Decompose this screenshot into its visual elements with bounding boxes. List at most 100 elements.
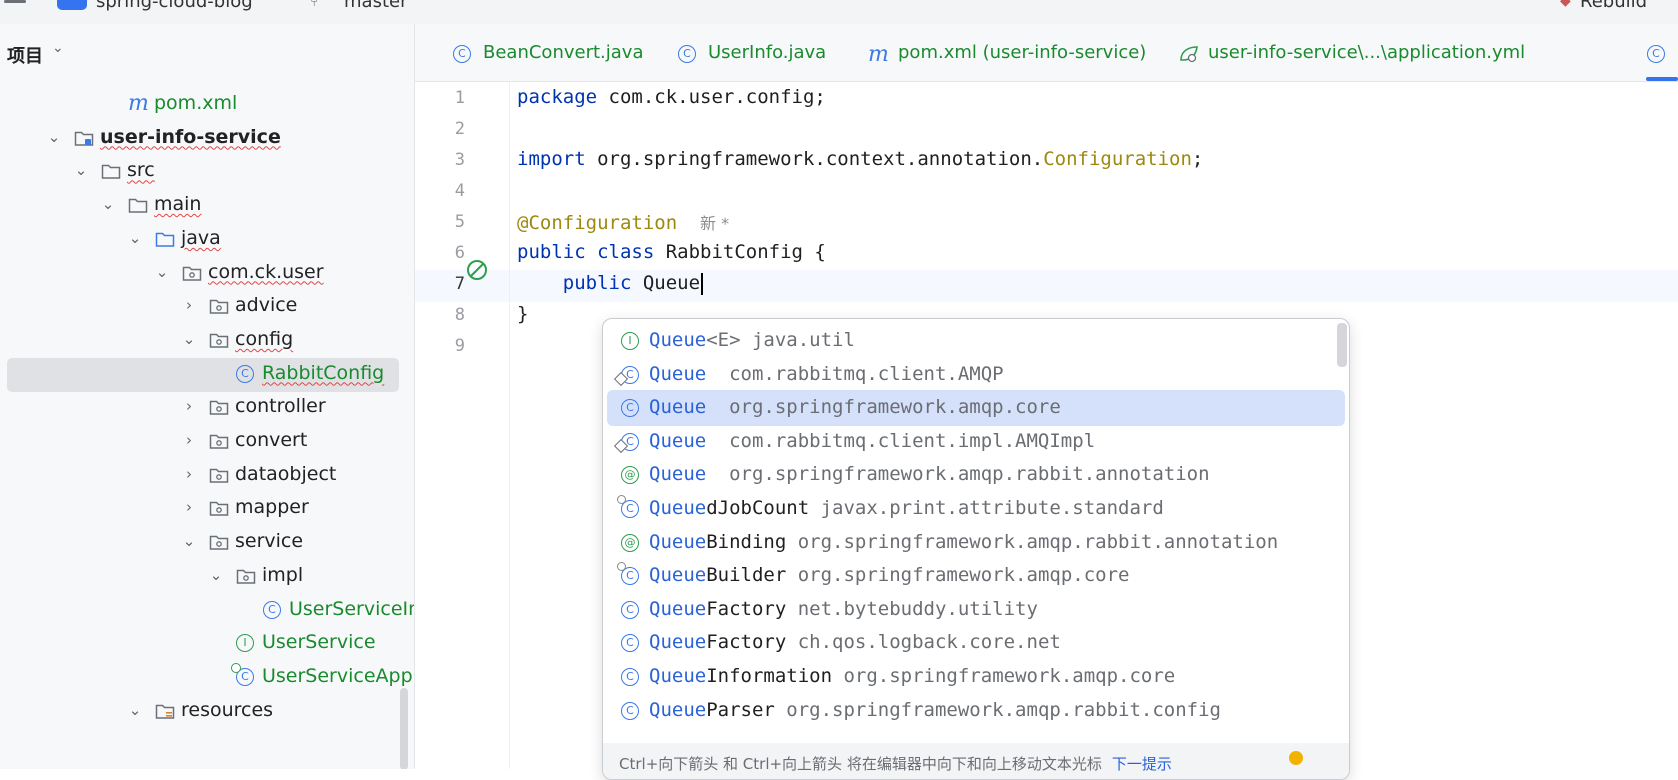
- matched-prefix: Queue: [649, 564, 707, 587]
- tree-item-src[interactable]: ⌄ src: [0, 155, 414, 189]
- completion-footer: Ctrl+向下箭头 和 Ctrl+向上箭头 将在编辑器中向下和向上移动文本光标下…: [603, 743, 1349, 779]
- completion-package: org.springframework.amqp.rabbit.annotati…: [786, 530, 1279, 553]
- tree-item-dataobject[interactable]: › dataobject: [0, 459, 414, 493]
- chevron-down-icon[interactable]: ⌄: [52, 40, 64, 56]
- tree-icon: m: [128, 93, 149, 115]
- completion-item[interactable]: @ Queue org.springframework.amqp.rabbit.a…: [607, 457, 1345, 493]
- completion-item[interactable]: C QueueFactory ch.qos.logback.core.net: [607, 625, 1345, 661]
- project-view-title[interactable]: 项目: [7, 42, 43, 68]
- tree-item-resources[interactable]: ⌄ resources: [0, 695, 414, 729]
- branch-name[interactable]: master: [344, 0, 407, 12]
- tree-item-config[interactable]: ⌄ config: [0, 324, 414, 358]
- completion-scrollbar[interactable]: [1337, 323, 1347, 367]
- chevron-down-icon[interactable]: ⌄: [47, 128, 61, 146]
- folder-icon: [128, 196, 148, 214]
- tree-item-label: UserServiceApplication: [262, 664, 414, 687]
- package-icon: [209, 466, 229, 484]
- lightbulb-icon[interactable]: [1289, 751, 1303, 765]
- tree-item-impl[interactable]: ⌄ impl: [0, 560, 414, 594]
- completion-item-icon: I: [621, 332, 639, 350]
- chevron-down-icon[interactable]: ⌄: [182, 532, 196, 550]
- tree-item-label: java: [181, 226, 221, 249]
- completion-item-text: QueueParser org.springframework.amqp.rab…: [649, 699, 1221, 721]
- author-inlay-hint[interactable]: 新 *: [700, 214, 729, 233]
- project-header: 项目 ⌄: [0, 24, 414, 82]
- tree-icon: I: [236, 634, 256, 653]
- keyword: import: [517, 148, 586, 170]
- sidebar-scrollbar[interactable]: [400, 688, 408, 769]
- line-number: 6: [454, 243, 465, 263]
- spring-bean-gutter-icon[interactable]: [465, 258, 489, 287]
- tree-icon: [209, 331, 229, 349]
- completion-item[interactable]: C QueueFactory net.bytebuddy.utility: [607, 592, 1345, 628]
- tree-icon: [209, 398, 229, 416]
- tree-item-service[interactable]: ⌄ service: [0, 526, 414, 560]
- tree-item-convert[interactable]: › convert: [0, 425, 414, 459]
- tree-item-advice[interactable]: › advice: [0, 290, 414, 324]
- class-icon: C: [678, 45, 696, 63]
- tree-item-userserviceimpl[interactable]: C UserServiceImpl: [0, 594, 414, 628]
- chevron-right-icon[interactable]: ›: [182, 296, 196, 314]
- project-name[interactable]: spring-cloud-blog: [96, 0, 253, 12]
- chevron-right-icon[interactable]: ›: [182, 431, 196, 449]
- completion-item[interactable]: C QueueBuilder org.springframework.amqp.c…: [607, 558, 1345, 594]
- completion-item[interactable]: C Queue org.springframework.amqp.core: [607, 390, 1345, 427]
- chevron-down-icon[interactable]: ⌄: [128, 701, 142, 719]
- completion-item[interactable]: C QueueParser org.springframework.amqp.ra…: [607, 693, 1345, 729]
- chevron-down-icon[interactable]: ⌄: [209, 566, 223, 584]
- code-line-7: public Queue: [517, 272, 704, 295]
- tip-text: Ctrl+向下箭头 和 Ctrl+向上箭头 将在编辑器中向下和向上移动文本光标: [619, 755, 1102, 773]
- tab-label: pom.xml (user-info-service): [898, 42, 1147, 63]
- tree-item-rabbitconfig[interactable]: C RabbitConfig: [0, 357, 414, 392]
- tree-icon: [128, 196, 148, 214]
- completion-item[interactable]: @ QueueBinding org.springframework.amqp.r…: [607, 525, 1345, 561]
- chevron-down-icon[interactable]: ⌄: [74, 161, 88, 179]
- matched-prefix: Queue: [649, 497, 707, 519]
- text-caret: [701, 272, 704, 295]
- chevron-down-icon[interactable]: ⌄: [182, 330, 196, 348]
- completion-item-icon: C: [621, 634, 639, 653]
- tab-icon: C: [453, 45, 471, 63]
- chevron-right-icon[interactable]: ›: [182, 498, 196, 516]
- project-badge-icon[interactable]: [57, 0, 87, 10]
- completion-item-text: Queue com.rabbitmq.client.impl.AMQImpl: [649, 430, 1095, 452]
- tree-item-mapper[interactable]: › mapper: [0, 492, 414, 526]
- completion-item[interactable]: C Queue com.rabbitmq.client.AMQP: [607, 357, 1345, 393]
- tab-icon: m: [868, 42, 889, 67]
- completion-name-rest: dJobCount: [706, 497, 810, 519]
- completion-item[interactable]: C QueuedJobCount javax.print.attribute.st…: [607, 491, 1345, 527]
- completion-item[interactable]: C QueueInformation org.springframework.am…: [607, 659, 1345, 695]
- tree-item-label: impl: [262, 563, 304, 586]
- chevron-right-icon[interactable]: ›: [182, 465, 196, 483]
- matched-prefix: Queue: [649, 665, 707, 687]
- title-bar: spring-cloud-blog ⑂ master ◆ Rebuild: [0, 0, 1678, 24]
- next-tip-link[interactable]: 下一提示: [1112, 755, 1172, 773]
- tree-item-java[interactable]: ⌄ java: [0, 223, 414, 257]
- matched-prefix: Queue: [649, 463, 707, 486]
- run-config-label[interactable]: Rebuild: [1580, 0, 1647, 12]
- tree-item-label: UserServiceImpl: [289, 597, 414, 620]
- completion-item[interactable]: C Queue com.rabbitmq.client.impl.AMQImpl: [607, 424, 1345, 460]
- chevron-right-icon[interactable]: ›: [182, 397, 196, 415]
- main-menu-icon[interactable]: [4, 0, 26, 3]
- chevron-down-icon[interactable]: ⌄: [128, 229, 142, 247]
- tree-icon: [182, 264, 202, 282]
- active-tab-partial[interactable]: C: [1647, 45, 1665, 63]
- tree-item-userserviceapplication[interactable]: C UserServiceApplication: [0, 661, 414, 695]
- maven-icon: m: [868, 42, 889, 67]
- tree-item-userservice[interactable]: I UserService: [0, 627, 414, 661]
- class-icon: C: [453, 45, 471, 63]
- tree-item-com-ck-user[interactable]: ⌄ com.ck.user: [0, 257, 414, 291]
- completion-package: net.bytebuddy.utility: [786, 597, 1038, 620]
- chevron-down-icon[interactable]: ⌄: [155, 263, 169, 281]
- class-icon: C: [236, 364, 256, 383]
- tree-item-controller[interactable]: › controller: [0, 391, 414, 425]
- class-reference: Configuration: [1043, 148, 1192, 170]
- tree-item-user-info-service[interactable]: ⌄ user-info-service: [0, 122, 414, 156]
- package-icon: [209, 297, 229, 315]
- completion-item-text: QueueInformation org.springframework.amq…: [649, 665, 1175, 687]
- tree-item-main[interactable]: ⌄ main: [0, 189, 414, 223]
- completion-item[interactable]: I Queue<E> java.util: [607, 323, 1345, 359]
- tree-item-pom-xml[interactable]: m pom.xml: [0, 88, 414, 122]
- chevron-down-icon[interactable]: ⌄: [101, 195, 115, 213]
